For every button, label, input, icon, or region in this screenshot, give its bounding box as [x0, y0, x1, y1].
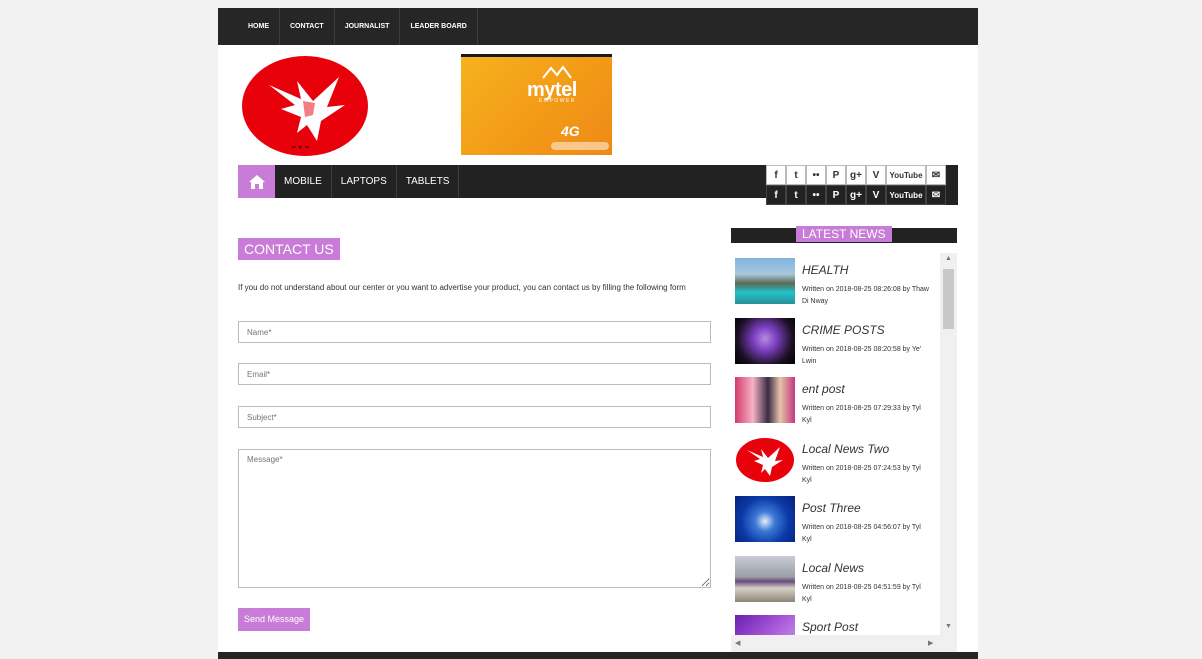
top-nav-journalist[interactable]: JOURNALIST [335, 8, 401, 45]
email-field[interactable] [238, 363, 711, 385]
ad-swoosh [551, 142, 609, 150]
news-title[interactable]: Local News [802, 561, 864, 575]
google-plus-icon[interactable]: g+ [846, 185, 866, 205]
send-message-button[interactable]: Send Message [238, 608, 311, 631]
news-item[interactable]: HEALTH Written on 2018-08-25 08:26:08 by… [735, 258, 940, 314]
home-icon [248, 174, 265, 189]
message-field[interactable] [238, 449, 711, 588]
news-thumbnail [735, 556, 795, 602]
top-nav: HOME CONTACT JOURNALIST LEADER BOARD [218, 8, 978, 45]
latest-news-heading: LATEST NEWS [796, 226, 892, 242]
page: HOME CONTACT JOURNALIST LEADER BOARD ☙ ❦… [218, 8, 978, 659]
site-logo[interactable]: ☙ ❦ ☙ [241, 55, 371, 158]
news-meta: Written on 2018-08-25 07:24:53 by Tyl Ky… [802, 465, 921, 484]
news-thumbnail [735, 496, 795, 542]
mail-icon[interactable]: ✉ [926, 165, 946, 185]
header: ☙ ❦ ☙ mytel EMPOWER 4G [218, 45, 978, 165]
flickr-icon[interactable]: •• [806, 165, 826, 185]
news-thumbnail [735, 318, 795, 364]
mytel-mountain-icon [542, 65, 572, 79]
news-title[interactable]: Local News Two [802, 442, 889, 456]
news-item[interactable]: Local News Written on 2018-08-25 04:51:5… [735, 556, 940, 612]
nav-mobile[interactable]: MOBILE [275, 165, 332, 198]
pinterest-icon[interactable]: P [826, 165, 846, 185]
vimeo-icon[interactable]: V [866, 185, 886, 205]
eagle-logo-icon: ☙ ❦ ☙ [242, 56, 368, 156]
contact-intro: If you do not understand about our cente… [238, 283, 686, 292]
contact-heading: CONTACT US [238, 238, 340, 260]
eagle-logo-icon [736, 438, 794, 482]
news-meta: Written on 2018-08-25 04:56:07 by Tyl Ky… [802, 524, 921, 543]
latest-news-list[interactable]: HEALTH Written on 2018-08-25 08:26:08 by… [731, 253, 957, 652]
name-field[interactable] [238, 321, 711, 343]
news-meta: Written on 2018-08-25 08:26:08 by Thaw D… [802, 286, 929, 305]
news-title[interactable]: CRIME POSTS [802, 323, 885, 337]
news-meta: Written on 2018-08-25 04:51:59 by Tyl Ky… [802, 584, 921, 603]
news-item[interactable]: Local News Two Written on 2018-08-25 07:… [735, 437, 940, 493]
facebook-icon[interactable]: f [766, 185, 786, 205]
vertical-scroll-thumb[interactable] [943, 269, 954, 329]
news-item[interactable]: CRIME POSTS Written on 2018-08-25 08:20:… [735, 318, 940, 374]
horizontal-scrollbar[interactable]: ◀ ▶ [731, 635, 957, 652]
subject-field[interactable] [238, 406, 711, 428]
news-title[interactable]: Post Three [802, 501, 861, 515]
pinterest-icon[interactable]: P [826, 185, 846, 205]
scroll-right-icon[interactable]: ▶ [928, 639, 933, 647]
scroll-left-icon[interactable]: ◀ [735, 639, 740, 647]
youtube-icon[interactable]: YouTube [886, 165, 926, 185]
news-title[interactable]: Sport Post [802, 620, 858, 634]
social-icons: f t •• P g+ V YouTube ✉ f t •• P g+ V Yo… [766, 165, 958, 205]
news-item[interactable]: Post Three Written on 2018-08-25 04:56:0… [735, 496, 940, 552]
footer-strip [218, 652, 978, 659]
twitter-icon[interactable]: t [786, 165, 806, 185]
news-thumbnail [735, 258, 795, 304]
top-nav-contact[interactable]: CONTACT [280, 8, 335, 45]
facebook-icon[interactable]: f [766, 165, 786, 185]
mail-icon[interactable]: ✉ [926, 185, 946, 205]
home-button[interactable] [238, 165, 275, 198]
youtube-icon[interactable]: YouTube [886, 185, 926, 205]
top-nav-leader-board[interactable]: LEADER BOARD [400, 8, 478, 45]
google-plus-icon[interactable]: g+ [846, 165, 866, 185]
scroll-up-icon[interactable]: ▲ [945, 255, 952, 262]
vertical-scrollbar[interactable]: ▲ ▼ [940, 253, 957, 635]
nav-tablets[interactable]: TABLETS [397, 165, 460, 198]
ad-tagline: EMPOWER [539, 98, 576, 104]
news-meta: Written on 2018-08-25 08:20:58 by Ye' Lw… [802, 346, 922, 365]
news-thumbnail [735, 437, 795, 483]
ad-4g-badge: 4G [561, 123, 580, 139]
social-row-hover: f t •• P g+ V YouTube ✉ [766, 185, 958, 205]
news-item[interactable]: ent post Written on 2018-08-25 07:29:33 … [735, 377, 940, 433]
scroll-down-icon[interactable]: ▼ [945, 623, 952, 630]
news-meta: Written on 2018-08-25 07:29:33 by Tyl Ky… [802, 405, 921, 424]
top-nav-home[interactable]: HOME [238, 8, 280, 45]
nav-laptops[interactable]: LAPTOPS [332, 165, 397, 198]
mytel-ad-banner[interactable]: mytel EMPOWER 4G [461, 54, 612, 155]
news-title[interactable]: HEALTH [802, 263, 848, 277]
flickr-icon[interactable]: •• [806, 185, 826, 205]
svg-text:☙ ❦ ☙: ☙ ❦ ☙ [291, 144, 310, 151]
news-title[interactable]: ent post [802, 382, 845, 396]
vimeo-icon[interactable]: V [866, 165, 886, 185]
news-thumbnail [735, 377, 795, 423]
twitter-icon[interactable]: t [786, 185, 806, 205]
social-row: f t •• P g+ V YouTube ✉ [766, 165, 958, 185]
